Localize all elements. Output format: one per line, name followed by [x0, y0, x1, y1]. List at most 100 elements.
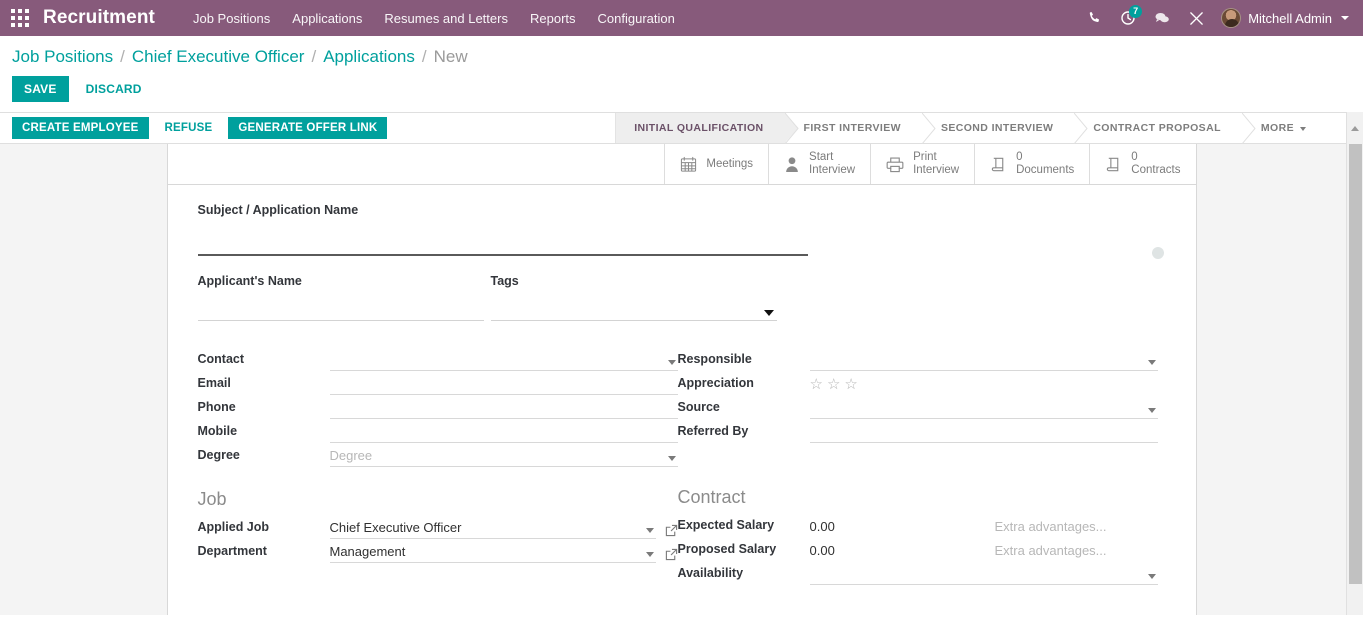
discard-button[interactable]: DISCARD [78, 76, 150, 102]
contracts-icon [1105, 156, 1122, 173]
field-label: Email [197, 376, 231, 390]
email-input[interactable] [329, 373, 678, 394]
user-name: Mitchell Admin [1248, 10, 1332, 26]
degree-field-control[interactable] [329, 445, 678, 467]
menu-item-resumes-and-letters[interactable]: Resumes and Letters [384, 11, 508, 26]
form-body: Subject / Application Name Applicant's N… [168, 185, 1196, 585]
email-field-control[interactable] [329, 373, 678, 395]
source-field-control[interactable] [809, 397, 1158, 419]
star-icon[interactable]: ☆ [810, 377, 823, 392]
degree-input[interactable] [329, 445, 678, 466]
create-employee-button[interactable]: CREATE EMPLOYEE [12, 117, 149, 139]
applicant-name-group: Applicant's Name [197, 274, 491, 321]
star-icon[interactable]: ☆ [827, 377, 840, 392]
field-contact: Contact [198, 347, 678, 371]
user-menu[interactable]: Mitchell Admin [1221, 8, 1353, 28]
field-label: Phone [197, 400, 236, 414]
contact-field-control[interactable] [329, 349, 678, 371]
source-input[interactable] [809, 397, 1158, 418]
proposed-salary-extra-input[interactable] [994, 540, 1158, 561]
stat-button-start-interview[interactable]: Start Interview [768, 144, 870, 184]
availability-field-control[interactable] [809, 563, 1158, 585]
action-status-bar: CREATE EMPLOYEE REFUSE GENERATE OFFER LI… [0, 112, 1363, 144]
stat-button-contracts[interactable]: 0 Contracts [1089, 144, 1195, 184]
statusbar-stages: INITIAL QUALIFICATION FIRST INTERVIEW SE… [615, 113, 1320, 144]
stage-initial-qualification[interactable]: INITIAL QUALIFICATION [616, 113, 799, 144]
responsible-input[interactable] [809, 349, 1158, 370]
contract-group-title: Contract [677, 487, 746, 507]
form-groups: Contact Email Phone Mobile Degree Degree… [198, 347, 1166, 585]
department-field-control[interactable] [329, 541, 656, 563]
page-scrollbar[interactable] [1346, 144, 1363, 615]
applicant-name-input[interactable] [197, 297, 484, 321]
responsible-field-control[interactable] [809, 349, 1158, 371]
stage-second-interview[interactable]: SECOND INTERVIEW [922, 113, 1089, 144]
left-group: Contact Email Phone Mobile Degree Degree… [198, 347, 678, 585]
contact-input[interactable] [329, 349, 678, 370]
menu-item-configuration[interactable]: Configuration [598, 11, 675, 26]
field-label: Expected Salary [677, 518, 775, 532]
menu-item-applications[interactable]: Applications [292, 11, 362, 26]
phone-input[interactable] [329, 397, 678, 418]
mobile-input[interactable] [329, 421, 678, 442]
subject-input[interactable] [197, 226, 808, 256]
save-button[interactable]: SAVE [12, 76, 69, 102]
control-panel: Job Positions / Chief Executive Officer … [0, 36, 1363, 112]
external-link-icon[interactable] [665, 548, 678, 563]
proposed-salary-input[interactable] [809, 540, 973, 561]
app-brand-title: Recruitment [43, 7, 155, 28]
activity-clock-icon[interactable]: 7 [1111, 0, 1145, 36]
breadcrumb-item-applications[interactable]: Applications [323, 47, 415, 67]
sheet-container: Meetings Start Interview Print Interview… [0, 144, 1363, 615]
mobile-field-control[interactable] [329, 421, 678, 443]
external-link-icon[interactable] [665, 524, 678, 539]
kanban-state-indicator[interactable] [1151, 247, 1164, 259]
apps-grid-icon[interactable] [11, 9, 29, 27]
debug-tools-icon[interactable] [1179, 0, 1213, 36]
stage-label: SECOND INTERVIEW [940, 122, 1054, 134]
scrollbar-thumb[interactable] [1349, 144, 1362, 584]
breadcrumb-item-chief-executive-officer[interactable]: Chief Executive Officer [132, 47, 305, 67]
menu-item-reports[interactable]: Reports [530, 11, 576, 26]
stat-button-meetings[interactable]: Meetings [664, 144, 768, 184]
referred-by-input[interactable] [809, 421, 1158, 442]
field-label: Source [677, 400, 720, 414]
tags-input[interactable] [490, 297, 777, 321]
subject-label: Subject / Application Name [197, 203, 359, 217]
arrow-up-icon [1351, 125, 1359, 131]
stage-contract-proposal[interactable]: CONTRACT PROPOSAL [1075, 113, 1256, 144]
applied-job-input[interactable] [329, 517, 656, 538]
stage-label: INITIAL QUALIFICATION [634, 122, 764, 134]
stage-arrow-outline-icon [1074, 113, 1088, 144]
menu-item-job-positions[interactable]: Job Positions [193, 11, 270, 26]
field-applied-job: Applied Job [198, 515, 678, 539]
generate-offer-link-button[interactable]: GENERATE OFFER LINK [228, 117, 388, 139]
right-group: Responsible Appreciation ☆ ☆ ☆ Source Re… [678, 347, 1158, 585]
stat-button-documents[interactable]: 0 Documents [974, 144, 1089, 184]
field-label: Appreciation [677, 376, 754, 390]
breadcrumb-separator: / [311, 47, 317, 66]
phone-field-control[interactable] [329, 397, 678, 419]
activity-count-badge: 7 [1129, 5, 1143, 18]
department-input[interactable] [329, 541, 656, 562]
star-icon[interactable]: ☆ [844, 377, 857, 392]
phone-icon[interactable] [1077, 0, 1111, 36]
applied-job-field-control[interactable] [329, 517, 656, 539]
scrollbar-up-button[interactable] [1346, 112, 1363, 144]
tags-group: Tags [490, 274, 784, 321]
field-phone: Phone [198, 395, 678, 419]
stat-button-label: Start Interview [809, 151, 856, 176]
referred-by-field-control[interactable] [809, 421, 1158, 443]
messages-icon[interactable] [1145, 0, 1179, 36]
availability-input[interactable] [809, 563, 1158, 584]
field-degree: Degree [198, 443, 678, 467]
expected-salary-input[interactable] [809, 516, 973, 537]
refuse-button[interactable]: REFUSE [155, 117, 223, 139]
field-label: Availability [677, 566, 744, 580]
appreciation-stars: ☆ ☆ ☆ [810, 373, 1158, 395]
stage-first-interview[interactable]: FIRST INTERVIEW [785, 113, 936, 144]
expected-salary-extra-input[interactable] [994, 516, 1158, 537]
breadcrumb: Job Positions / Chief Executive Officer … [0, 36, 1363, 67]
stat-button-print-interview[interactable]: Print Interview [870, 144, 974, 184]
breadcrumb-item-job-positions[interactable]: Job Positions [12, 47, 113, 67]
